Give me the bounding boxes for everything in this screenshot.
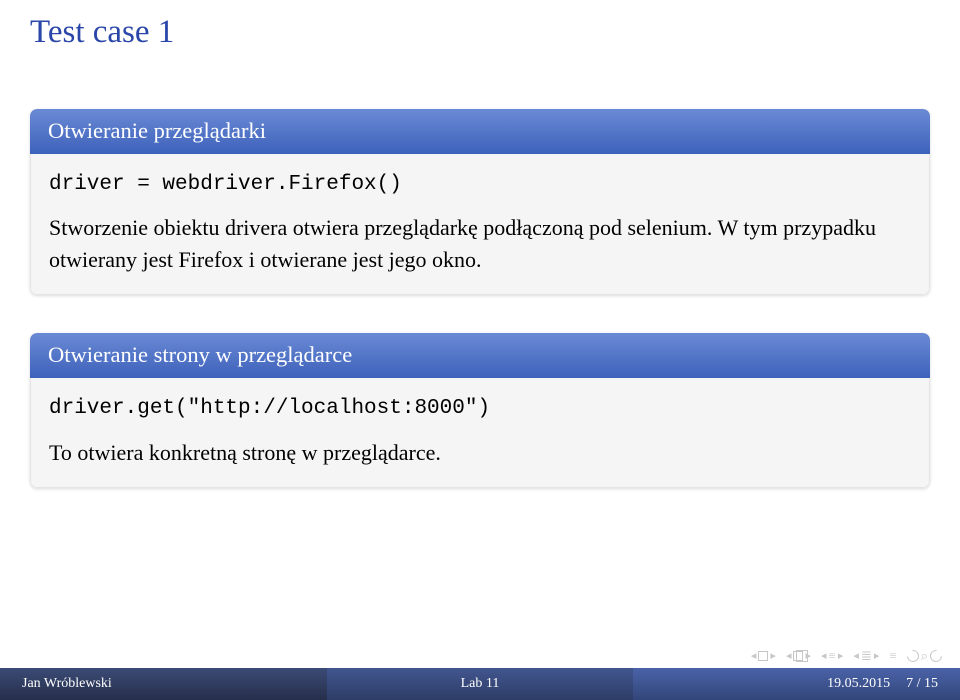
chevron-right-icon: ▸ xyxy=(874,651,880,662)
nav-subsection-group[interactable]: ◂ ≡ ▸ xyxy=(821,648,843,664)
code-line: driver = webdriver.Firefox() xyxy=(49,170,911,200)
page-number: 7 / 15 xyxy=(906,676,938,692)
footline-author: Jan Wróblewski xyxy=(0,668,327,700)
chevron-right-icon: ▸ xyxy=(770,651,776,662)
nav-section-group[interactable]: ◂ ≣ ▸ xyxy=(853,648,879,664)
block-open-page: Otwieranie strony w przeglądarce driver.… xyxy=(30,333,930,487)
subsection-icon: ≡ xyxy=(829,648,836,664)
beamer-nav-symbols: ◂ ▸ ◂ ▸ ◂ ≡ ▸ ◂ ≣ ▸ ≡ ⌕ xyxy=(751,648,942,664)
slide-icon xyxy=(758,651,768,661)
forward-arrow-icon xyxy=(928,648,945,665)
block-title: Otwieranie strony w przeglądarce xyxy=(30,333,930,378)
search-icon: ⌕ xyxy=(921,648,928,664)
code-line: driver.get("http://localhost:8000") xyxy=(49,394,911,424)
block-title: Otwieranie przeglądarki xyxy=(30,109,930,154)
block-body: driver = webdriver.Firefox() Stworzenie … xyxy=(30,154,930,295)
chevron-right-icon: ▸ xyxy=(838,651,844,662)
chevron-left-icon: ◂ xyxy=(751,651,757,662)
frame-icon xyxy=(793,651,803,661)
title-text: Lab 11 xyxy=(461,676,500,692)
back-arrow-icon xyxy=(904,648,921,665)
frame-title: Test case 1 xyxy=(0,0,960,51)
footline-title: Lab 11 xyxy=(327,668,632,700)
chevron-left-icon: ◂ xyxy=(853,651,859,662)
block-paragraph: To otwiera konkretną stronę w przeglądar… xyxy=(49,437,911,469)
slide-content: Otwieranie przeglądarki driver = webdriv… xyxy=(0,51,960,488)
chevron-left-icon: ◂ xyxy=(786,651,792,662)
nav-frame-group[interactable]: ◂ ▸ xyxy=(786,651,811,662)
footline: Jan Wróblewski Lab 11 19.05.2015 7 / 15 xyxy=(0,668,960,700)
chevron-left-icon: ◂ xyxy=(821,651,827,662)
block-open-browser: Otwieranie przeglądarki driver = webdriv… xyxy=(30,109,930,295)
section-icon: ≣ xyxy=(861,648,872,664)
appendix-icon[interactable]: ≡ xyxy=(889,648,896,664)
block-paragraph: Stworzenie obiektu drivera otwiera przeg… xyxy=(49,212,911,276)
footline-date-page: 19.05.2015 7 / 15 xyxy=(633,668,960,700)
author-text: Jan Wróblewski xyxy=(22,676,112,692)
block-body: driver.get("http://localhost:8000") To o… xyxy=(30,378,930,487)
nav-slide-group[interactable]: ◂ ▸ xyxy=(751,651,776,662)
date-text: 19.05.2015 xyxy=(827,676,890,692)
nav-back-forward[interactable]: ⌕ xyxy=(907,648,942,664)
